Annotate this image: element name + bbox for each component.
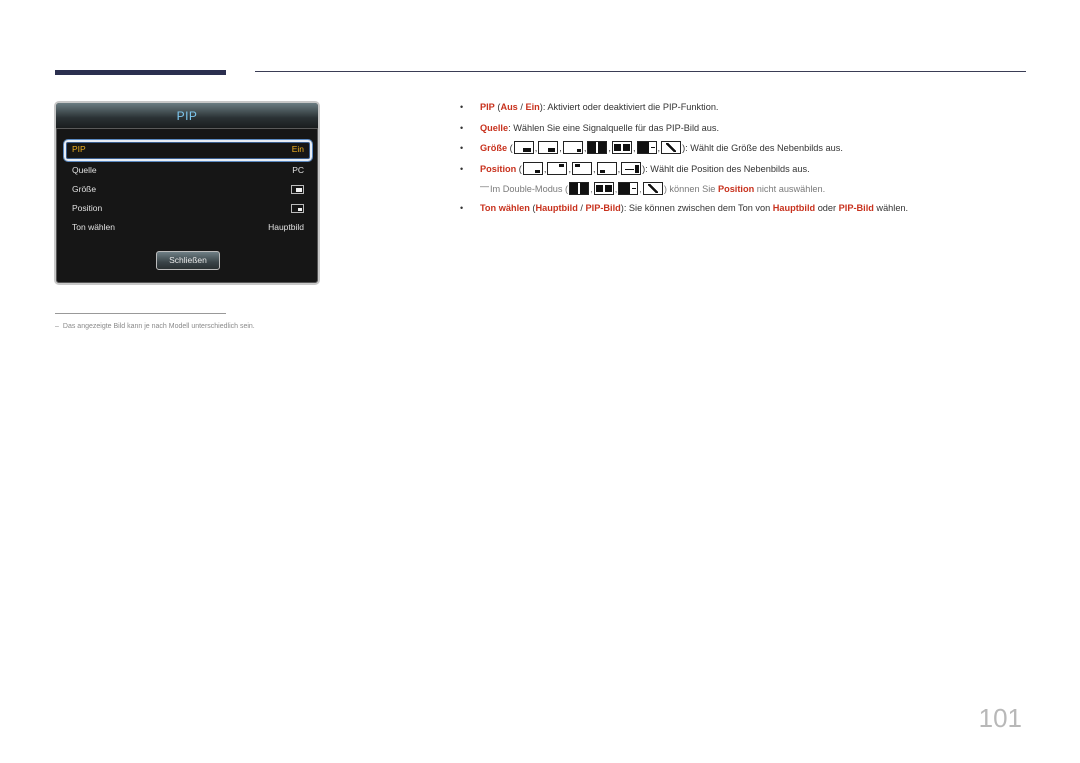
double-diagonal-icon xyxy=(661,141,682,154)
double-split-icon xyxy=(587,141,608,154)
bullet-ton-waehlen: • Ton wählen (Hauptbild / PIP-Bild): Sie… xyxy=(460,201,1060,222)
osd-title: PIP xyxy=(56,103,318,129)
description: ): Wählt die Größe des Nebenbilds aus. xyxy=(682,143,843,153)
footnote-dash: – xyxy=(55,323,59,330)
close-button[interactable]: Schließen xyxy=(156,251,220,270)
bullet-quelle: • Quelle: Wählen Sie eine Signalquelle f… xyxy=(460,121,1060,142)
pos-top-left-icon xyxy=(572,161,592,175)
term: PIP xyxy=(480,102,495,112)
separator: / xyxy=(577,203,586,213)
osd-row-position[interactable]: Position xyxy=(64,199,312,218)
option: Hauptbild xyxy=(535,203,578,213)
term: Position xyxy=(717,184,755,194)
note-double-mode: ― Im Double-Modus (,,,) können Sie Posit… xyxy=(480,181,826,195)
size-small-icon xyxy=(513,141,534,154)
footnote-divider xyxy=(55,313,226,314)
term: Quelle xyxy=(480,122,509,133)
bullet-dot: • xyxy=(460,102,464,112)
note-prefix: Im Double-Modus ( xyxy=(490,184,569,194)
size-large-icon xyxy=(562,141,583,154)
double-left-icon xyxy=(618,182,639,195)
double-diagonal-icon xyxy=(642,182,663,195)
bullet-groesse: • Größe (,,,,,,): Wählt die Größe des Ne… xyxy=(460,141,843,154)
osd-row-value: Hauptbild xyxy=(268,222,304,232)
option: Aus xyxy=(500,102,518,112)
pip-position-icon xyxy=(291,204,304,213)
bullet-dot: • xyxy=(460,163,464,174)
osd-row-label: Größe xyxy=(72,184,97,194)
bullet-dot: • xyxy=(460,122,464,133)
pip-osd-menu: PIP PIP Ein Quelle PC Größe Position Ton… xyxy=(54,101,320,285)
osd-row-label: PIP xyxy=(72,144,86,154)
osd-row-quelle[interactable]: Quelle PC xyxy=(64,161,312,180)
double-split-icon xyxy=(569,182,590,195)
osd-row-ton-waehlen[interactable]: Ton wählen Hauptbild xyxy=(64,218,312,237)
double-wide-icon xyxy=(611,141,632,154)
header-bar xyxy=(55,70,226,75)
note-suffix: nicht auswählen. xyxy=(754,184,826,194)
pos-bottom-left-icon xyxy=(596,161,617,175)
option: Ein xyxy=(525,102,540,112)
option: PIP-Bild xyxy=(585,203,621,213)
size-medium-icon xyxy=(538,141,559,154)
osd-row-pip[interactable]: PIP Ein xyxy=(64,140,312,161)
bullet-position: • Position (,,,,): Wählt die Position de… xyxy=(460,161,810,175)
term: Position xyxy=(480,163,517,174)
bullet-dot: • xyxy=(460,203,464,213)
note-dash: ― xyxy=(480,181,489,191)
osd-row-label: Position xyxy=(72,203,103,213)
description-list: • PIP (Aus / Ein): Aktiviert oder deakti… xyxy=(460,100,1060,222)
header-rule xyxy=(255,71,1026,72)
paren: ( xyxy=(507,143,513,153)
description: : Sie können zwischen dem Ton von xyxy=(623,203,773,213)
term: Größe xyxy=(480,143,508,153)
osd-row-value: Ein xyxy=(291,144,304,154)
description: wählen. xyxy=(873,203,909,213)
osd-row-groesse[interactable]: Größe xyxy=(64,180,312,199)
double-wide-icon xyxy=(593,182,614,195)
osd-row-label: Ton wählen xyxy=(72,222,116,232)
double-left-icon xyxy=(636,141,657,154)
description: oder xyxy=(815,203,839,213)
option: PIP-Bild xyxy=(838,203,874,213)
osd-row-label: Quelle xyxy=(72,165,97,175)
bullet-dot: • xyxy=(460,143,464,153)
pip-size-icon xyxy=(291,185,304,194)
footnote: – Das angezeigte Bild kann je nach Modell… xyxy=(55,323,255,330)
description: : Wählen Sie eine Signalquelle für das P… xyxy=(508,122,720,133)
description: : Aktiviert oder deaktiviert die PIP-Fun… xyxy=(542,102,719,112)
osd-row-value: PC xyxy=(292,165,304,175)
note-mid: ) können Sie xyxy=(663,184,718,194)
pos-top-right-icon xyxy=(547,161,568,175)
page-number: 101 xyxy=(978,703,1022,733)
paren: ( xyxy=(516,163,522,174)
footnote-text: Das angezeigte Bild kann je nach Modell … xyxy=(62,323,255,330)
pos-bottom-right-icon xyxy=(522,161,543,175)
description: ): Wählt die Position des Nebenbilds aus… xyxy=(642,163,810,174)
bullet-pip: • PIP (Aus / Ein): Aktiviert oder deakti… xyxy=(460,100,1060,121)
pos-custom-icon xyxy=(621,161,642,175)
option: Hauptbild xyxy=(772,203,816,213)
term: Ton wählen xyxy=(480,203,530,213)
